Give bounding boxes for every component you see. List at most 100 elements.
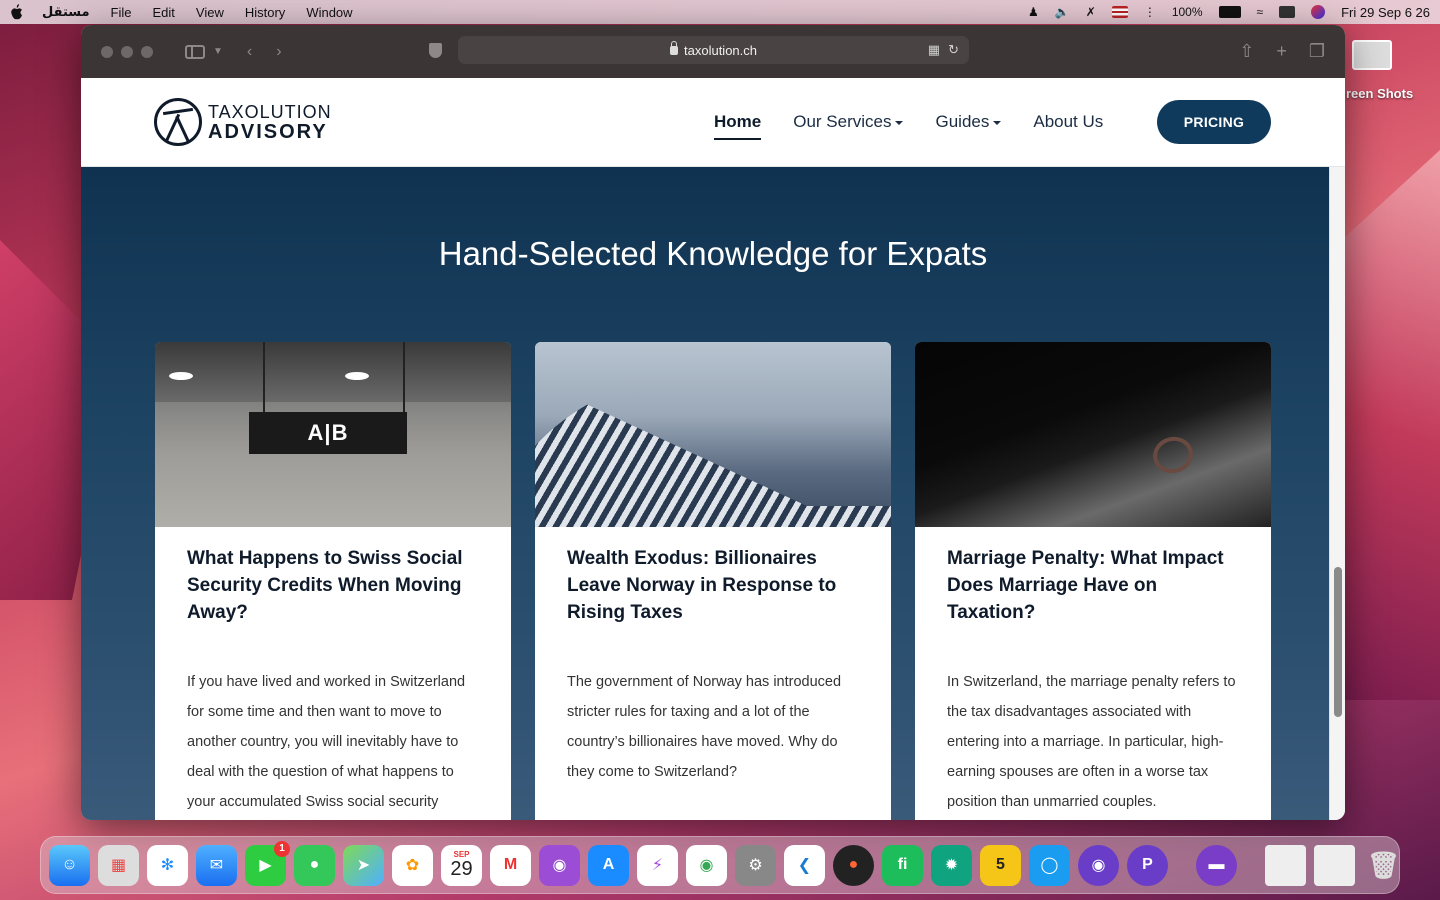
article-card[interactable]: Marriage Penalty: What Impact Does Marri…: [915, 342, 1271, 820]
knowledge-section: Hand-Selected Knowledge for Expats A|B W…: [81, 167, 1329, 820]
menu-app-name[interactable]: مستقل: [42, 4, 90, 20]
privacy-shield-icon[interactable]: [429, 43, 442, 58]
article-card[interactable]: Wealth Exodus: Billionaires Leave Norway…: [535, 342, 891, 820]
control-center-icon[interactable]: [1279, 6, 1296, 18]
chevron-down-icon[interactable]: ▼: [213, 46, 223, 57]
wifi-icon[interactable]: ≈: [1257, 5, 1264, 19]
menubar-clock[interactable]: Fri 29 Sep 6 26: [1341, 5, 1430, 20]
article-image-building-facade[interactable]: [535, 342, 891, 527]
fiverr-icon[interactable]: fi: [882, 844, 923, 886]
scrollbar-thumb[interactable]: [1334, 567, 1342, 717]
volume-icon[interactable]: 🔈: [1055, 5, 1070, 19]
back-icon[interactable]: ‹: [247, 43, 252, 61]
logo-mark-icon: [154, 98, 202, 146]
chatgpt-icon[interactable]: ✹: [931, 844, 972, 886]
bluetooth-icon[interactable]: ✗: [1086, 5, 1096, 19]
close-window-button[interactable]: [101, 45, 113, 58]
site-header: TAXOLUTION ADVISORY Home Our Services Gu…: [81, 78, 1345, 167]
menubar: مستقل File Edit View History Window ♟ 🔈 …: [0, 0, 1440, 24]
recent-window-thumbnail-2[interactable]: [1314, 844, 1355, 886]
us-flag-icon[interactable]: [1111, 6, 1128, 18]
safari-icon[interactable]: ✻: [147, 844, 188, 886]
facetime-icon[interactable]: ▶ 1: [245, 840, 290, 886]
record-app-icon[interactable]: ◯: [1029, 844, 1070, 886]
article-title[interactable]: What Happens to Swiss Social Security Cr…: [187, 545, 479, 653]
lock-icon: [670, 40, 678, 55]
battery-percent: 100%: [1171, 5, 1203, 19]
trash-icon[interactable]: 🗑: [1363, 845, 1404, 886]
disk-utility-icon[interactable]: ▬: [1196, 844, 1237, 886]
launchpad-icon[interactable]: ▦: [98, 844, 139, 886]
menu-edit[interactable]: Edit: [153, 5, 175, 20]
reload-icon[interactable]: ↻: [948, 42, 959, 58]
nav-guides[interactable]: Guides: [935, 112, 1001, 140]
nav-our-services[interactable]: Our Services: [793, 112, 903, 140]
five-app-icon[interactable]: 5: [980, 844, 1021, 886]
article-excerpt: If you have lived and worked in Switzerl…: [187, 674, 466, 810]
finder-icon[interactable]: ☺: [49, 844, 90, 886]
menu-view[interactable]: View: [196, 5, 224, 20]
window-controls: [101, 45, 153, 58]
menu-file[interactable]: File: [111, 5, 132, 20]
chrome-icon[interactable]: ◉: [686, 844, 727, 886]
share-icon[interactable]: ⇧: [1239, 41, 1254, 62]
airport-gate-sign: A|B: [307, 420, 349, 445]
sidebar-toggle-icon[interactable]: [185, 44, 205, 59]
minimize-window-button[interactable]: [121, 45, 133, 58]
battery-icon[interactable]: [1218, 6, 1241, 18]
logo-line-2: ADVISORY: [208, 120, 328, 143]
menubar-status: ♟ 🔈 ✗ ⋮ 100% ≈ Fri 29 Sep 6 26: [1028, 5, 1430, 20]
network-icon[interactable]: ⋮: [1144, 5, 1156, 19]
messages-icon[interactable]: ●: [294, 844, 335, 886]
nav-about-us[interactable]: About Us: [1033, 112, 1103, 140]
browser-window: ▼ ‹ › taxolution.ch ▦ ↻ ⇧ + ❐ TAXOLUTION…: [81, 25, 1345, 820]
pricing-button[interactable]: PRICING: [1157, 100, 1271, 144]
zoom-window-button[interactable]: [141, 45, 153, 58]
article-excerpt: In Switzerland, the marriage penalty ref…: [947, 674, 1236, 810]
system-settings-icon[interactable]: ⚙: [735, 844, 776, 886]
browser-toolbar: ▼ ‹ › taxolution.ch ▦ ↻ ⇧ + ❐: [81, 25, 1345, 78]
logo-line-1: TAXOLUTION: [208, 101, 332, 122]
vscode-icon[interactable]: ❮: [784, 844, 825, 886]
site-logo[interactable]: TAXOLUTION ADVISORY: [154, 98, 332, 146]
page-scrollbar[interactable]: [1329, 167, 1345, 820]
menu-history[interactable]: History: [245, 5, 285, 20]
siri-icon[interactable]: [1311, 5, 1326, 19]
podcast-studio-icon[interactable]: ◉: [1078, 844, 1119, 886]
gmail-icon[interactable]: M: [490, 844, 531, 886]
article-image-airport-sign[interactable]: A|B: [155, 342, 511, 527]
menu-window[interactable]: Window: [306, 5, 352, 20]
p-app-icon[interactable]: P: [1127, 844, 1168, 886]
podcasts-icon[interactable]: ◉: [539, 844, 580, 886]
calendar-icon[interactable]: SEP 29: [441, 844, 482, 886]
desktop-folder-label[interactable]: reen Shots: [1346, 86, 1413, 101]
dock: ☺ ▦ ✻ ✉ ▶ 1 ● ➤ ✿ SEP 29 M ◉ A ⚡ ◉ ⚙ ❮ ● f…: [40, 836, 1400, 894]
apple-icon[interactable]: [10, 4, 24, 20]
main-nav: Home Our Services Guides About Us: [714, 112, 1103, 140]
article-image-wedding-rings[interactable]: [915, 342, 1271, 527]
article-title[interactable]: Marriage Penalty: What Impact Does Marri…: [947, 545, 1239, 653]
translate-icon[interactable]: ▦: [928, 42, 940, 58]
facetime-badge: 1: [274, 840, 290, 857]
maps-icon[interactable]: ➤: [343, 844, 384, 886]
calendar-day: 29: [450, 858, 473, 880]
article-title[interactable]: Wealth Exodus: Billionaires Leave Norway…: [567, 545, 859, 653]
article-cards: A|B What Happens to Swiss Social Securit…: [155, 342, 1271, 820]
forward-icon[interactable]: ›: [276, 43, 281, 61]
tab-overview-icon[interactable]: ❐: [1309, 41, 1325, 62]
user-icon[interactable]: ♟: [1028, 5, 1039, 19]
new-tab-icon[interactable]: +: [1276, 41, 1287, 62]
url-text: taxolution.ch: [684, 42, 757, 58]
recent-window-thumbnail-1[interactable]: [1265, 844, 1306, 886]
messenger-icon[interactable]: ⚡: [637, 844, 678, 886]
desktop-screenshot-folder-icon[interactable]: [1352, 40, 1392, 70]
app-store-icon[interactable]: A: [588, 844, 629, 886]
nav-home[interactable]: Home: [714, 112, 762, 140]
photos-icon[interactable]: ✿: [392, 844, 433, 886]
article-card[interactable]: A|B What Happens to Swiss Social Securit…: [155, 342, 511, 820]
article-excerpt: The government of Norway has introduced …: [567, 674, 842, 780]
recorder-icon[interactable]: ●: [833, 844, 874, 886]
section-headline: Hand-Selected Knowledge for Expats: [438, 235, 988, 272]
mail-icon[interactable]: ✉: [196, 844, 237, 886]
address-bar[interactable]: taxolution.ch ▦ ↻: [458, 36, 969, 64]
